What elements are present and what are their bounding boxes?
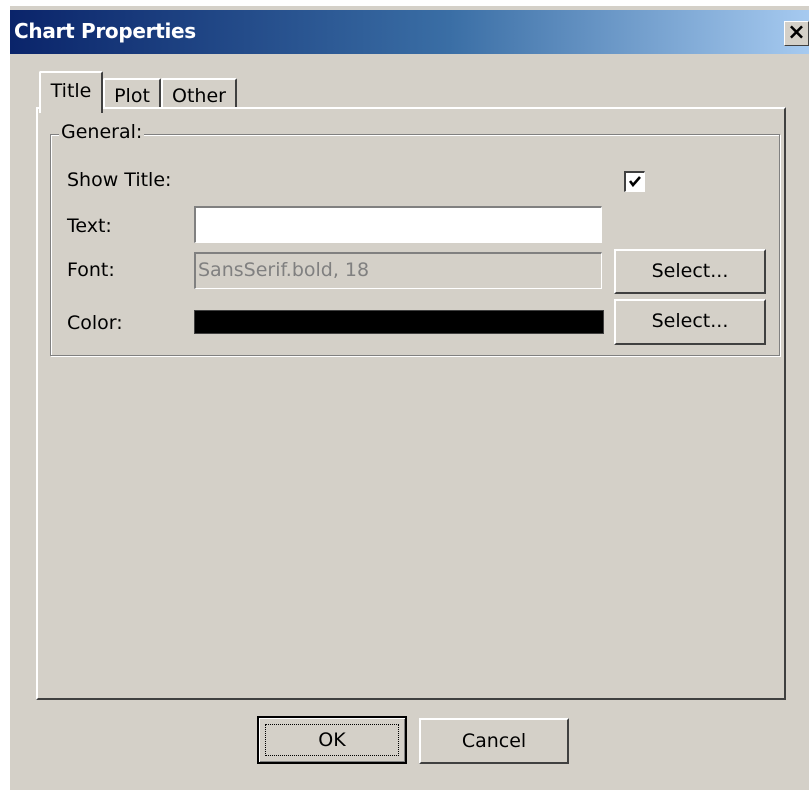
color-label: Color: [67, 312, 123, 334]
font-select-button[interactable]: Select... [614, 249, 766, 294]
chart-properties-dialog: Chart Properties × Title Plot Other Gene… [10, 6, 809, 790]
general-groupbox: General: Show Title: Text: Font: SansSer… [50, 121, 780, 356]
font-label: Font: [67, 259, 115, 281]
title-text-input[interactable] [194, 206, 602, 243]
tab-panel-title: General: Show Title: Text: Font: SansSer… [36, 107, 786, 700]
focus-ring [265, 724, 399, 756]
show-title-label: Show Title: [67, 169, 172, 191]
text-label: Text: [67, 215, 112, 237]
show-title-checkbox[interactable] [624, 171, 645, 192]
color-select-label: Select... [651, 310, 729, 332]
cancel-button[interactable]: Cancel [419, 718, 569, 764]
font-select-label: Select... [651, 260, 729, 282]
close-button[interactable]: × [784, 21, 809, 46]
close-icon: × [787, 20, 806, 45]
color-select-button[interactable]: Select... [614, 299, 766, 345]
ok-button[interactable]: OK [257, 716, 407, 764]
checkmark-icon [628, 176, 641, 188]
window-title: Chart Properties [14, 19, 196, 43]
tab-title-label: Title [50, 80, 92, 102]
general-legend: General: [59, 121, 145, 143]
font-field: SansSerif.bold, 18 [194, 252, 602, 289]
title-bar[interactable]: Chart Properties × [10, 10, 809, 54]
cancel-label: Cancel [461, 730, 527, 752]
tab-title[interactable]: Title [39, 71, 103, 113]
color-swatch [194, 310, 604, 334]
